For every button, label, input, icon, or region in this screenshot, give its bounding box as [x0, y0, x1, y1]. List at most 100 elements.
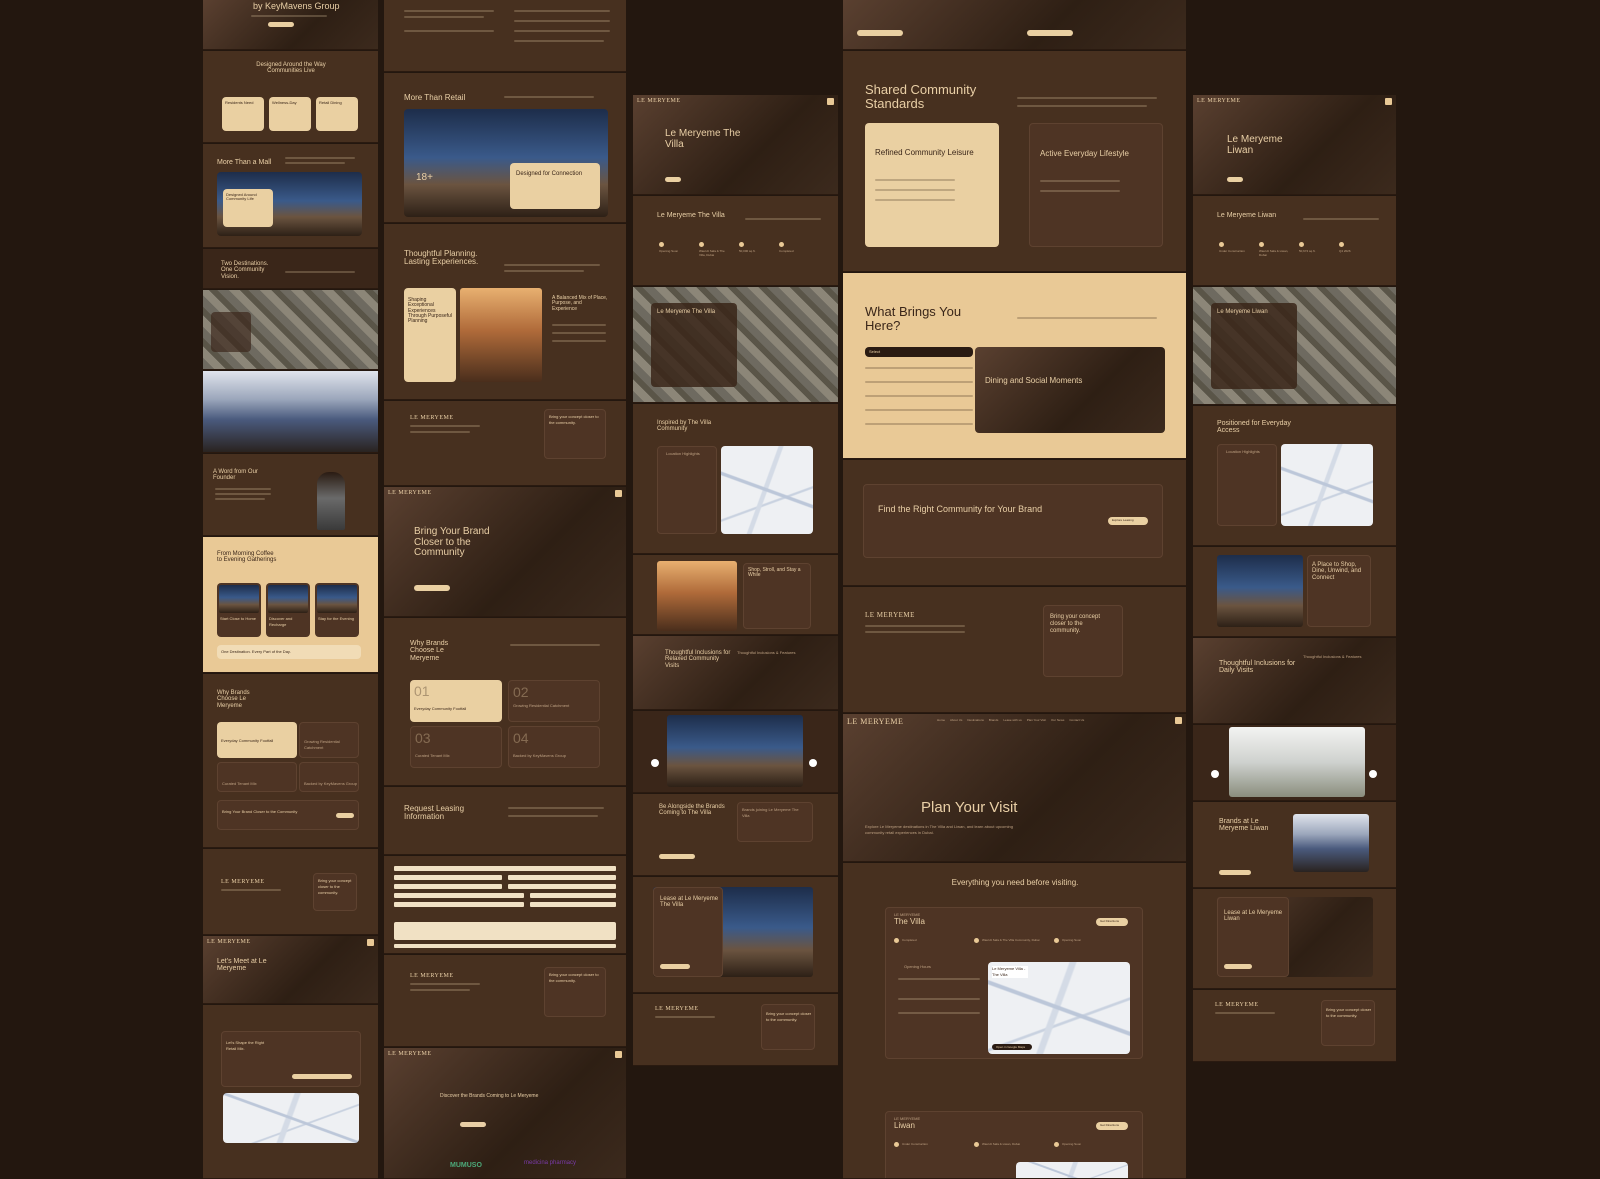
submit-button[interactable]	[394, 944, 616, 948]
footer-logo[interactable]: LE MERYEME	[221, 879, 265, 885]
brands-liwan-title: Brands at Le Meryeme Liwan	[1219, 818, 1269, 833]
carousel-next-icon[interactable]	[809, 759, 817, 767]
nav-logo[interactable]: LE MERYEME	[207, 939, 251, 945]
brands-coming-button[interactable]	[659, 854, 695, 859]
why-card[interactable]: Backed by KeyMavens Group	[299, 762, 359, 792]
refined-card[interactable]: Refined Community Leisure	[865, 123, 999, 247]
morning-card[interactable]: Discover and Recharge	[266, 583, 310, 637]
brand-logo-mumuso[interactable]: MUMUSO	[450, 1162, 482, 1169]
footer-cta-card[interactable]: Bring your concept closer to the communi…	[544, 409, 606, 459]
carousel-section	[1193, 725, 1396, 801]
nav-logo[interactable]: LE MERYEME	[847, 717, 903, 726]
dining-card[interactable]: Dining and Social Moments	[975, 347, 1165, 433]
founder-portrait	[317, 472, 345, 530]
location-highlights: Location Highlights	[1217, 444, 1277, 526]
inclusions-features-label: Thoughtful Inclusions & Features	[737, 650, 796, 655]
footer-logo[interactable]: LE MERYEME	[1215, 1002, 1259, 1008]
contact-section: Let's Shape the Right Retail Mix.	[203, 1005, 378, 1179]
strip-button[interactable]	[1027, 30, 1073, 36]
footer-cta-card[interactable]: Bring your concept closer to the communi…	[1043, 605, 1123, 677]
nav-logo[interactable]: LE MERYEME	[388, 490, 432, 496]
brands-liwan-photo	[1293, 814, 1369, 872]
menu-icon[interactable]	[367, 939, 374, 946]
form-field[interactable]	[530, 893, 616, 898]
shape-button[interactable]	[292, 1074, 352, 1079]
form-field[interactable]	[530, 902, 616, 907]
liwan-title: Le Meryeme Liwan	[1217, 212, 1277, 219]
designed-card[interactable]: Retail Dining	[316, 97, 358, 131]
message-field[interactable]	[394, 922, 616, 940]
liwan-map[interactable]	[1281, 444, 1373, 526]
select-dropdown[interactable]: Select	[865, 347, 973, 357]
active-card[interactable]: Active Everyday Lifestyle	[1029, 123, 1163, 247]
villa-directions-button[interactable]: Get Directions	[1096, 918, 1128, 926]
carousel-prev-icon[interactable]	[651, 759, 659, 767]
carousel-next-icon[interactable]	[1369, 770, 1377, 778]
menu-icon[interactable]	[827, 98, 834, 105]
thoughtful-inclusions-section: Thoughtful Inclusions for Relaxed Commun…	[633, 636, 838, 710]
shop-stroll-card: Shop, Stroll, and Stay a While	[743, 563, 811, 629]
strip-button[interactable]	[857, 30, 903, 36]
footer-logo[interactable]: LE MERYEME	[655, 1006, 699, 1012]
footer-logo[interactable]: LE MERYEME	[865, 611, 915, 619]
morning-card[interactable]: Start Close to Home	[217, 583, 261, 637]
footer-cta-card[interactable]: Bring your concept closer to the communi…	[761, 1004, 815, 1050]
thoughtful-inclusions-title: Thoughtful Inclusions for Relaxed Commun…	[665, 650, 731, 669]
what-brings-title: What Brings You Here?	[865, 304, 962, 333]
shared-title: Shared Community Standards	[865, 82, 977, 111]
menu-icon[interactable]	[1175, 717, 1182, 724]
why-card[interactable]: 03 Curated Tenant Mix	[410, 726, 502, 768]
explore-leasing-button[interactable]: Explore Leasing	[1108, 517, 1148, 525]
brands-coming-section: Be Alongside the Brands Coming to The Vi…	[633, 794, 838, 876]
form-field[interactable]	[394, 875, 502, 880]
why-card[interactable]: 04 Backed by KeyMavens Group	[508, 726, 600, 768]
morning-card[interactable]: Stay for the Evening	[315, 583, 359, 637]
form-field[interactable]	[508, 875, 616, 880]
footer-cta-card[interactable]: Bring your concept closer to the communi…	[1321, 1000, 1375, 1046]
villa-map[interactable]	[721, 446, 813, 534]
filter-pill[interactable]	[460, 1122, 486, 1127]
what-brings-section: What Brings You Here? Select Dining and …	[843, 273, 1186, 459]
location-map[interactable]	[223, 1093, 359, 1143]
footer-logo[interactable]: LE MERYEME	[410, 415, 454, 421]
footer-cta-card[interactable]: Bring your concept closer to the communi…	[313, 873, 357, 911]
carousel-prev-icon[interactable]	[1211, 770, 1219, 778]
liwan-hero-button[interactable]	[1227, 177, 1243, 182]
menu-icon[interactable]	[615, 490, 622, 497]
villa-visit-map[interactable]: Le Meryeme Villa - The Villa Open in Goo…	[988, 962, 1130, 1054]
menu-icon[interactable]	[615, 1051, 622, 1058]
villa-hero-button[interactable]	[665, 177, 681, 182]
nav-logo[interactable]: LE MERYEME	[388, 1051, 432, 1057]
form-field[interactable]	[508, 884, 616, 889]
menu-icon[interactable]	[1385, 98, 1392, 105]
brand-logo-medicina[interactable]: medicina pharmacy	[524, 1160, 584, 1166]
designed-card[interactable]: Wellness-Day	[269, 97, 311, 131]
why-card[interactable]: Growing Residential Catchment	[299, 722, 359, 758]
designed-card[interactable]: Residents Need	[222, 97, 264, 131]
why-card[interactable]: Everyday Community Footfall	[217, 722, 297, 758]
form-field[interactable]	[394, 893, 524, 898]
shape-card: Let's Shape the Right Retail Mix.	[221, 1031, 361, 1087]
lease-liwan-button[interactable]	[1224, 964, 1252, 969]
footer-logo[interactable]: LE MERYEME	[410, 973, 454, 979]
brands-liwan-button[interactable]	[1219, 870, 1251, 875]
form-field[interactable]	[394, 866, 616, 871]
footer-section: LE MERYEME Bring your concept closer to …	[203, 849, 378, 935]
open-google-maps-button[interactable]: Open in Google Maps	[992, 1044, 1032, 1050]
lease-villa-button[interactable]	[660, 964, 690, 969]
footer-cta-card[interactable]: Bring your concept closer to the communi…	[544, 967, 606, 1017]
liwan-render-photo	[1229, 727, 1365, 797]
two-destinations-section: Two Destinations. One Community Vision.	[203, 249, 378, 289]
form-field[interactable]	[394, 884, 502, 889]
nav-logo[interactable]: LE MERYEME	[1197, 98, 1241, 104]
why-card[interactable]: 02 Growing Residential Catchment	[508, 680, 600, 722]
nav-logo[interactable]: LE MERYEME	[637, 98, 681, 104]
why-card[interactable]: Curated Tenant Mix	[217, 762, 297, 792]
liwan-hero: LE MERYEME Le Meryeme Liwan	[1193, 95, 1396, 195]
bring-brand-button[interactable]	[336, 813, 354, 818]
why-card[interactable]: 01 Everyday Community Footfall	[410, 680, 502, 722]
form-field[interactable]	[394, 902, 524, 907]
leasing-button[interactable]	[414, 585, 450, 591]
hero-button[interactable]	[268, 22, 294, 27]
liwan-directions-button[interactable]: Get Directions	[1096, 1122, 1128, 1130]
